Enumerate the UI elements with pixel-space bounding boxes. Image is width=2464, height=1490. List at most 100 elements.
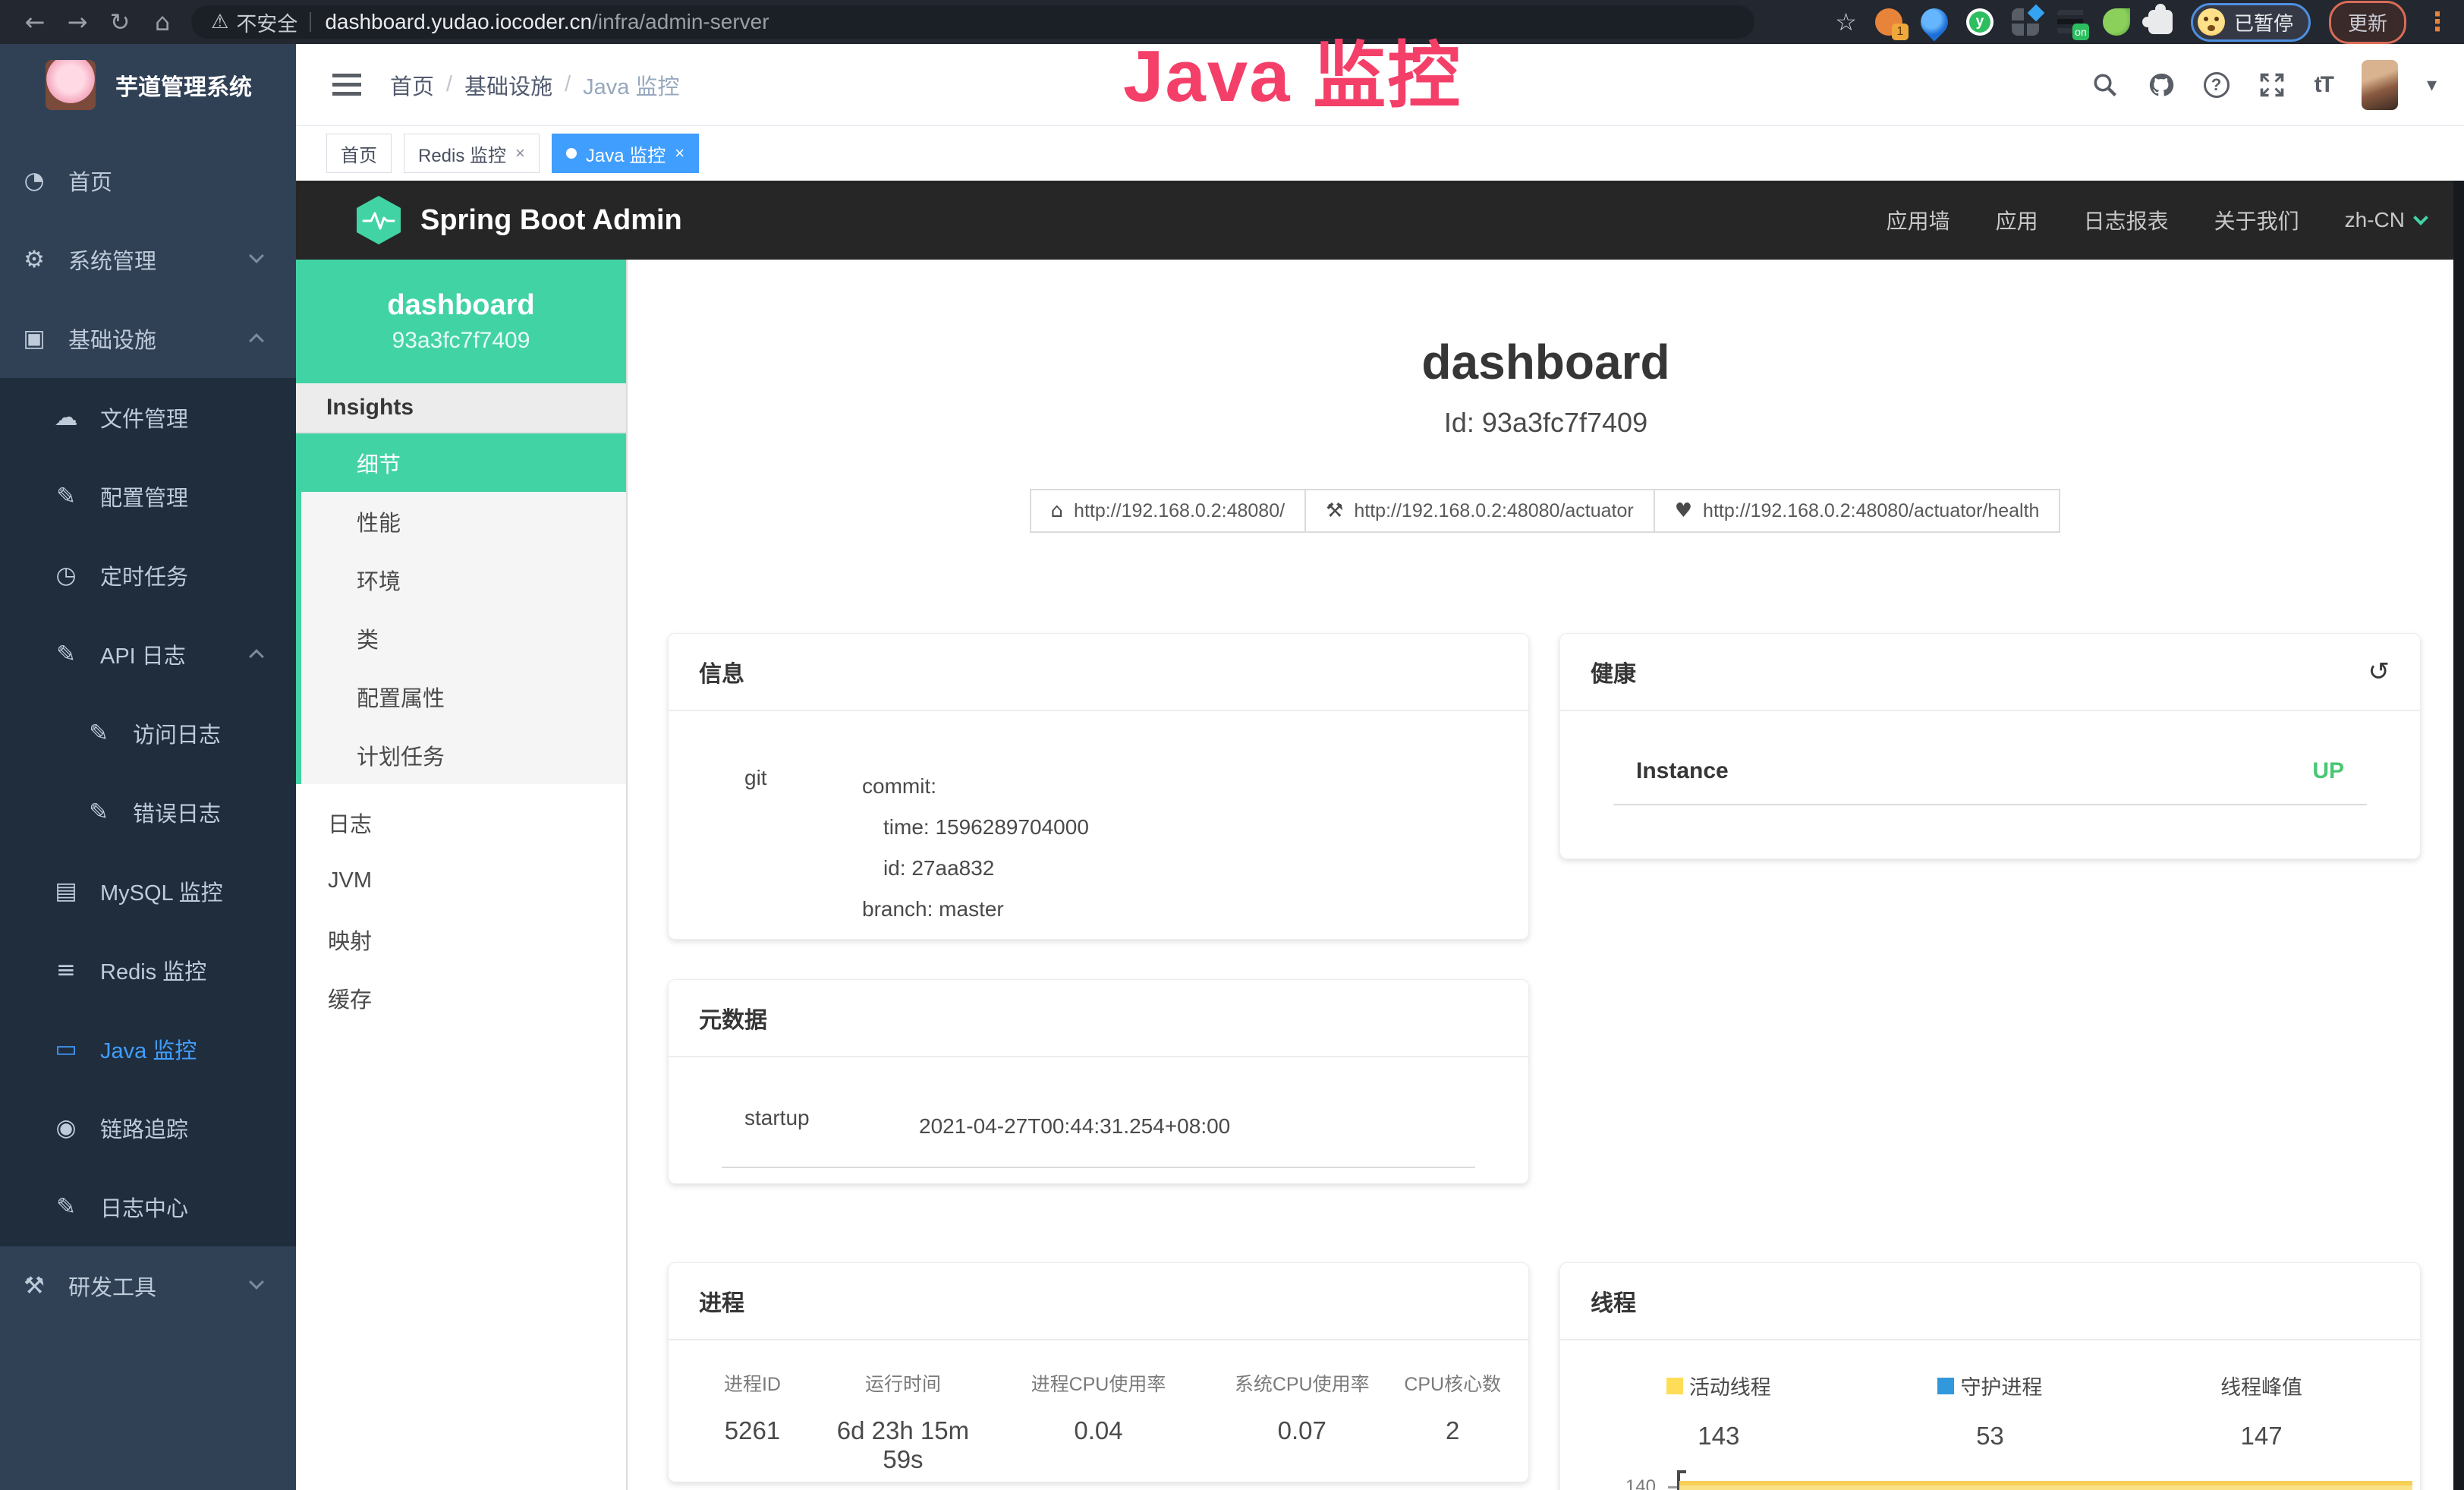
process-col-value: 0.07	[1204, 1416, 1400, 1445]
sidebar-item-log-center[interactable]: ✎ 日志中心	[0, 1167, 296, 1246]
spring-boot-admin-logo-icon[interactable]	[357, 196, 401, 244]
url-path[interactable]: /infra/admin-server	[592, 10, 769, 34]
panel-section-insights: Insights	[296, 383, 626, 433]
cloud-icon: ☁	[51, 404, 81, 431]
extension-leaf-icon[interactable]	[2103, 8, 2130, 36]
sba-nav-journal[interactable]: 日志报表	[2084, 205, 2169, 235]
extension-grid-icon[interactable]	[2012, 8, 2039, 36]
sidebar-item-infrastructure[interactable]: ▣ 基础设施	[0, 299, 296, 378]
panel-item-classes[interactable]: 类	[301, 609, 626, 667]
extension-y-icon[interactable]: y	[1966, 8, 1994, 36]
service-url-link[interactable]: ⌂ http://192.168.0.2:48080/	[1030, 489, 1307, 533]
panel-item-details[interactable]: 细节	[301, 433, 626, 492]
sidebar-item-file-management[interactable]: ☁ 文件管理	[0, 378, 296, 457]
url-host[interactable]: dashboard.yudao.iocoder.cn	[325, 10, 592, 34]
browser-menu-icon[interactable]: ⋮	[2425, 7, 2450, 37]
edit-icon: ✎	[51, 483, 81, 510]
sidebar-item-java-monitor[interactable]: ▭ Java 监控	[0, 1010, 296, 1088]
sidebar-submenu-infrastructure: ☁ 文件管理 ✎ 配置管理 ◷ 定时任务 ✎ API 日志 ✎	[0, 378, 296, 1246]
browser-reload-icon[interactable]: ↻	[99, 8, 141, 36]
spring-boot-admin-title[interactable]: Spring Boot Admin	[420, 204, 682, 237]
tab-redis-monitor[interactable]: Redis 监控 ×	[404, 134, 540, 173]
history-icon[interactable]: ↺	[2368, 657, 2390, 687]
close-icon[interactable]: ×	[515, 143, 525, 163]
page-title: dashboard	[628, 334, 2464, 390]
eye-icon: ◉	[51, 1114, 81, 1142]
chevron-down-icon	[249, 1274, 264, 1290]
panel-item-jvm[interactable]: JVM	[296, 852, 626, 910]
health-url-link[interactable]: ♥ http://192.168.0.2:48080/actuator/heal…	[1654, 489, 2061, 533]
font-size-icon[interactable]: tT	[2315, 72, 2333, 98]
fullscreen-icon[interactable]	[2258, 71, 2286, 99]
avatar-caret-down-icon[interactable]: ▾	[2427, 74, 2437, 96]
close-icon[interactable]: ×	[675, 143, 684, 163]
extension-on-badge: on	[2072, 24, 2089, 40]
breadcrumb-home[interactable]: 首页	[390, 69, 434, 101]
instance-header[interactable]: dashboard 93a3fc7f7409	[296, 260, 626, 383]
sidebar-item-label: Redis 监控	[100, 954, 206, 986]
panel-item-environment[interactable]: 环境	[301, 550, 626, 609]
sidebar-item-label: 日志中心	[100, 1191, 188, 1223]
sidebar-item-label: API 日志	[100, 638, 186, 670]
browser-home-icon[interactable]: ⌂	[141, 8, 184, 36]
user-avatar[interactable]	[2362, 60, 2398, 110]
sidebar-item-label: Java 监控	[100, 1033, 197, 1065]
sidebar-item-config-management[interactable]: ✎ 配置管理	[0, 457, 296, 536]
browser-back-icon[interactable]: ←	[14, 8, 56, 36]
sidebar-item-dev-tools[interactable]: ⚒ 研发工具	[0, 1246, 296, 1325]
update-browser-button[interactable]: 更新	[2329, 1, 2406, 44]
process-col-value: 0.04	[993, 1416, 1204, 1445]
sba-nav-wallboard[interactable]: 应用墙	[1887, 205, 1950, 235]
metadata-card: 元数据 startup 2021-04-27T00:44:31.254+08:0…	[668, 979, 1529, 1184]
address-bar[interactable]: ⚠ 不安全 dashboard.yudao.iocoder.cn /infra/…	[191, 5, 1754, 39]
sidebar-item-redis-monitor[interactable]: ≡ Redis 监控	[0, 931, 296, 1010]
tab-java-monitor[interactable]: Java 监控 ×	[552, 134, 699, 173]
sidebar-item-api-logs[interactable]: ✎ API 日志	[0, 615, 296, 694]
threads-area-chart: 140 120 100	[1583, 1470, 2412, 1490]
tab-home[interactable]: 首页	[326, 134, 392, 173]
breadcrumb-infrastructure[interactable]: 基础设施	[464, 69, 552, 101]
extensions-puzzle-icon[interactable]	[2148, 10, 2173, 34]
threads-card-title: 线程	[1560, 1263, 2420, 1340]
panel-plain-items: 日志 JVM 映射 缓存	[296, 784, 626, 1027]
locale-selector[interactable]: zh-CN	[2345, 208, 2426, 232]
panel-item-scheduled-tasks[interactable]: 计划任务	[301, 726, 626, 784]
extension-orange-icon[interactable]: 1	[1875, 8, 1902, 36]
actuator-url-link[interactable]: ⚒ http://192.168.0.2:48080/actuator	[1304, 489, 1655, 533]
sidebar-item-scheduled-tasks[interactable]: ◷ 定时任务	[0, 536, 296, 615]
yellow-legend-swatch	[1666, 1378, 1683, 1394]
search-icon[interactable]	[2091, 71, 2119, 99]
paused-label: 已暂停	[2234, 8, 2293, 36]
panel-item-config-props[interactable]: 配置属性	[301, 667, 626, 726]
locale-label: zh-CN	[2345, 208, 2405, 232]
help-icon[interactable]: ?	[2204, 72, 2230, 98]
sidebar-item-access-logs[interactable]: ✎ 访问日志	[0, 694, 296, 773]
log-icon: ✎	[51, 1193, 81, 1221]
sba-nav-applications[interactable]: 应用	[1996, 205, 2038, 235]
not-secure-label[interactable]: 不安全	[236, 8, 297, 37]
panel-item-logs[interactable]: 日志	[296, 793, 626, 852]
github-icon[interactable]	[2148, 71, 2175, 99]
page-scrollbar[interactable]	[2453, 181, 2464, 1490]
header-actions: ? tT ▾	[2091, 60, 2437, 110]
sba-nav-about[interactable]: 关于我们	[2214, 205, 2299, 235]
hamburger-menu-icon[interactable]	[332, 74, 361, 96]
breadcrumb-separator: /	[565, 72, 571, 97]
sidebar-item-tracing[interactable]: ◉ 链路追踪	[0, 1088, 296, 1167]
extension-proxy-icon[interactable]: on	[2057, 8, 2085, 36]
extension-pin-icon[interactable]	[1915, 3, 1954, 42]
sidebar-item-error-logs[interactable]: ✎ 错误日志	[0, 773, 296, 852]
sidebar-item-home[interactable]: ◔ 首页	[0, 141, 296, 220]
panel-item-caches[interactable]: 缓存	[296, 969, 626, 1027]
breadcrumb-separator: /	[446, 72, 452, 97]
panel-item-mappings[interactable]: 映射	[296, 910, 626, 969]
sidebar-item-mysql-monitor[interactable]: ▤ MySQL 监控	[0, 852, 296, 931]
paused-profile-chip[interactable]: 已暂停	[2191, 3, 2311, 42]
gear-icon: ⚙	[19, 246, 49, 273]
sidebar-item-system-management[interactable]: ⚙ 系统管理	[0, 220, 296, 299]
blue-legend-swatch	[1937, 1378, 1954, 1394]
browser-forward-icon[interactable]: →	[56, 8, 99, 36]
bookmark-star-icon[interactable]: ☆	[1835, 8, 1857, 36]
panel-item-metrics[interactable]: 性能	[301, 492, 626, 550]
sidebar-logo[interactable]: 芋道管理系统	[0, 44, 296, 126]
